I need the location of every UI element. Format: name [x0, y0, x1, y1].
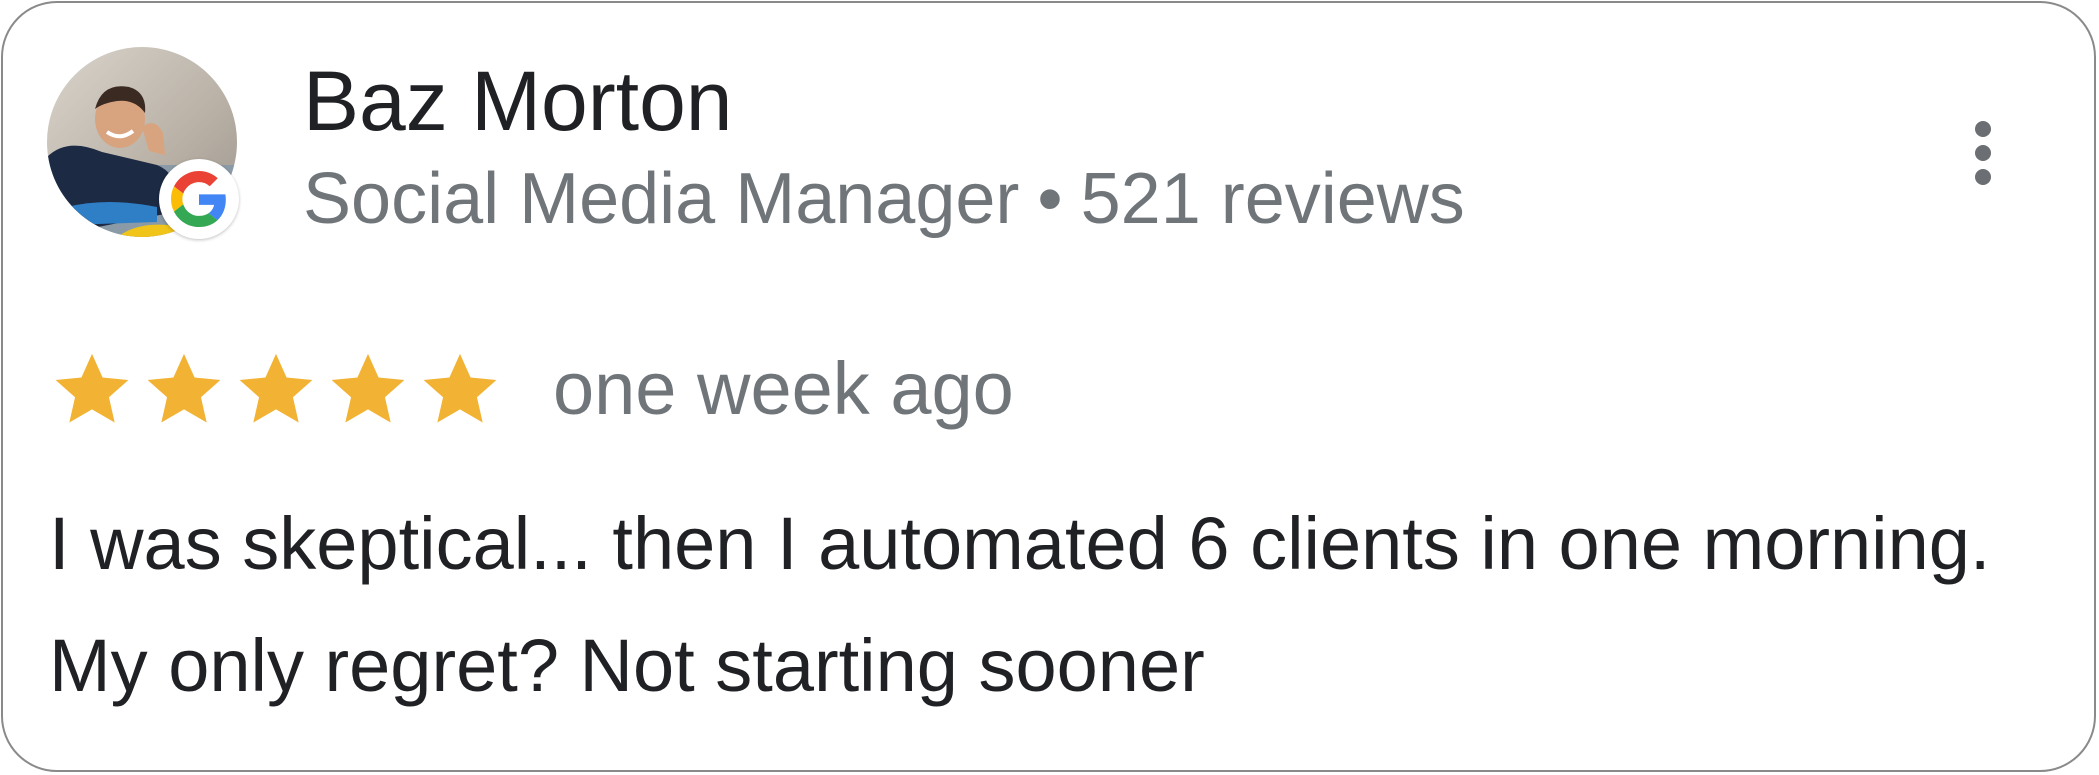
review-card: Baz Morton Social Media Manager • 521 revi…	[1, 1, 2096, 772]
star-icon	[239, 353, 313, 423]
rating-row: one week ago	[49, 341, 1014, 437]
google-badge	[159, 159, 239, 239]
reviewer-meta: Social Media Manager • 521 reviews	[303, 151, 1465, 247]
reviewer-name[interactable]: Baz Morton	[303, 51, 733, 151]
star-icon	[55, 353, 129, 423]
more-options-button[interactable]	[1953, 103, 2013, 203]
reviewer-role: Social Media Manager	[303, 159, 1020, 239]
meta-separator: •	[1037, 159, 1063, 239]
star-icon	[331, 353, 405, 423]
review-text: I was skeptical... then I automated 6 cl…	[49, 502, 1991, 707]
star-icon	[423, 353, 497, 423]
star-icon	[147, 353, 221, 423]
google-icon	[171, 171, 226, 227]
review-count[interactable]: 521 reviews	[1081, 159, 1465, 239]
review-time: one week ago	[553, 347, 1014, 430]
star-rating	[49, 346, 509, 432]
more-vert-icon-dot	[1975, 145, 1991, 161]
more-vert-icon	[1975, 121, 1991, 137]
reviewer-avatar[interactable]	[47, 47, 239, 239]
more-vert-icon-dot	[1975, 169, 1991, 185]
